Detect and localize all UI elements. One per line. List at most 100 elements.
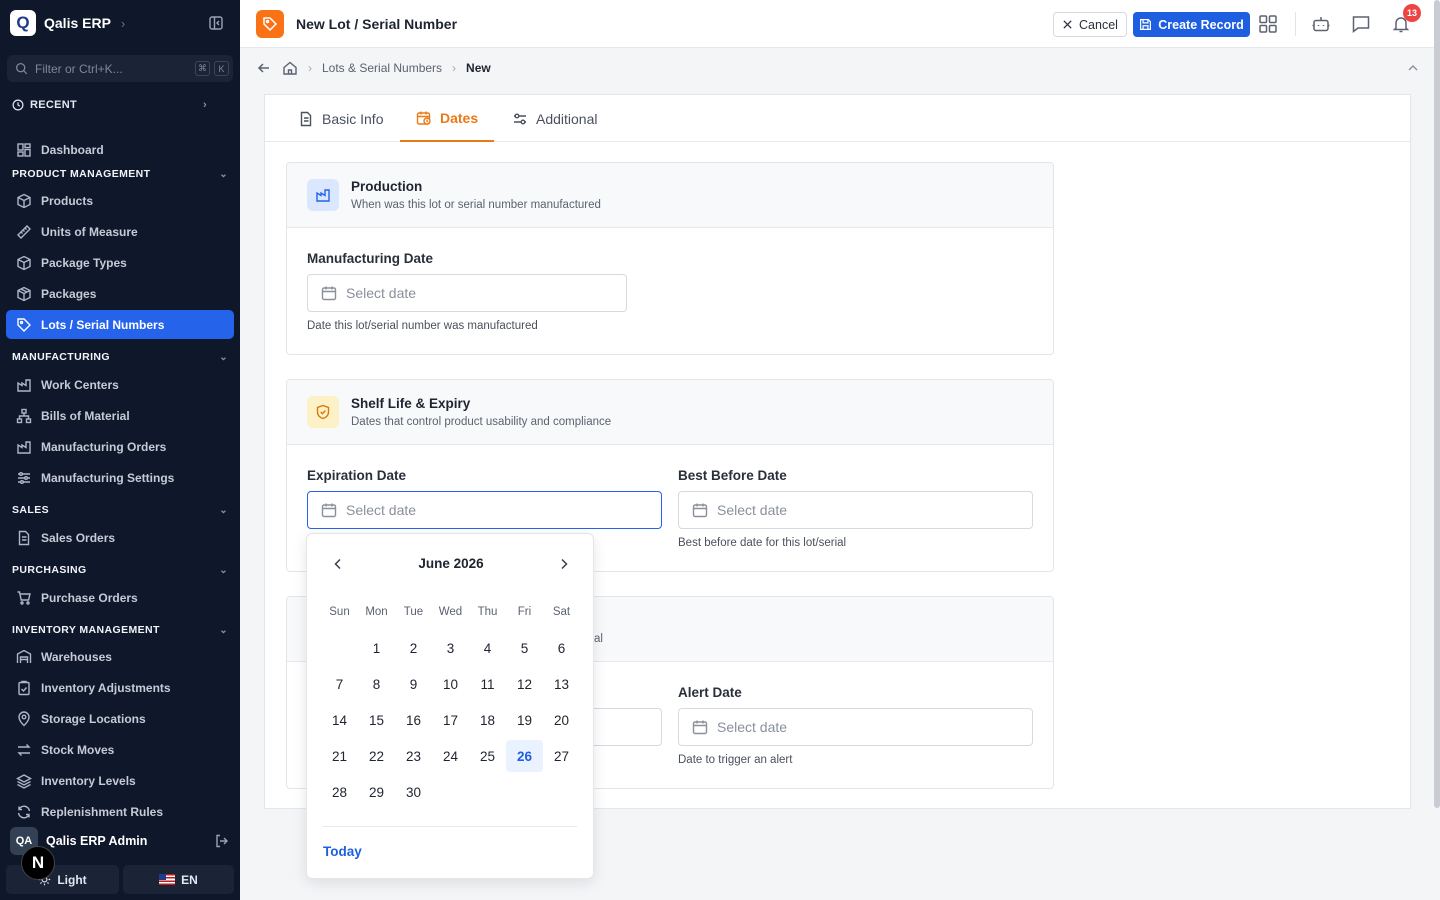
calendar-day[interactable]: 11 [469,668,506,700]
home-icon[interactable] [282,60,298,76]
calendar-day[interactable]: 1 [358,632,395,664]
chevron-up-icon[interactable] [1406,61,1420,75]
calendar-day[interactable]: 3 [432,632,469,664]
calendar-week-row: 123456 [321,630,581,666]
language-button[interactable]: EN [123,865,234,894]
sidebar-item-purchase-orders[interactable]: Purchase Orders [6,583,234,612]
calendar-day[interactable]: 13 [543,668,580,700]
calendar-day[interactable]: 25 [469,740,506,772]
calendar-day[interactable]: 7 [321,668,358,700]
section-manufacturing[interactable]: MANUFACTURING ⌄ [12,351,228,363]
sidebar-item-manufacturing-orders[interactable]: Manufacturing Orders [6,432,234,461]
weekday-label: Fri [517,606,532,618]
calendar-day[interactable]: 5 [506,632,543,664]
calendar-day[interactable]: 28 [321,776,358,808]
sidebar-item-inventory-adjustments[interactable]: Inventory Adjustments [6,673,234,702]
cube-icon [17,193,31,208]
brand-name: Qalis ERP [44,15,111,31]
dev-tools-badge[interactable]: N [21,846,55,880]
sidebar-item-dashboard[interactable]: Dashboard [6,135,234,164]
sidebar-item-lots-serial-numbers[interactable]: Lots / Serial Numbers [6,310,234,339]
chat-icon[interactable] [1351,14,1371,34]
sidebar-item-manufacturing-settings[interactable]: Manufacturing Settings [6,463,234,492]
logout-icon[interactable] [214,833,230,849]
sidebar-item-units-of-measure[interactable]: Units of Measure [6,217,234,246]
page-scrollbar[interactable] [1434,0,1440,808]
chevron-right-icon[interactable] [555,555,573,573]
sidebar-item-warehouses[interactable]: Warehouses [6,642,234,671]
recent-label: RECENT [30,99,78,111]
brand[interactable]: Q Qalis ERP › [10,10,125,36]
calendar-day[interactable]: 22 [358,740,395,772]
cancel-button[interactable]: Cancel [1053,12,1127,37]
sidebar-item-inventory-levels[interactable]: Inventory Levels [6,766,234,795]
calendar-week-row: 28 29 30 [321,774,581,810]
calendar-day[interactable]: 6 [543,632,580,664]
sidebar-item-storage-locations[interactable]: Storage Locations [6,704,234,733]
sidebar-item-stock-moves[interactable]: Stock Moves [6,735,234,764]
sidebar: Q Qalis ERP › Filter or Ctrl+K... ⌘ K RE… [0,0,240,900]
alert-date-input[interactable]: Select date [678,708,1033,746]
user-name: Qalis ERP Admin [46,834,148,848]
back-arrow-icon[interactable] [256,60,272,76]
expiration-date-input[interactable]: Select date [307,491,662,529]
sidebar-item-bills-of-material[interactable]: Bills of Material [6,401,234,430]
tab-basic-info[interactable]: Basic Info [298,95,383,142]
calendar-day[interactable]: 15 [358,704,395,736]
calendar-icon [692,720,708,735]
sidebar-item-packages[interactable]: Packages [6,279,234,308]
calendar-day[interactable]: 18 [469,704,506,736]
sidebar-item-label: Dashboard [41,142,104,157]
calendar-day[interactable]: 29 [358,776,395,808]
page-title: New Lot / Serial Number [296,16,458,32]
breadcrumb-link[interactable]: Lots & Serial Numbers [322,61,442,75]
bot-icon[interactable] [1311,14,1331,34]
calendar-day[interactable]: 12 [506,668,543,700]
save-icon [1140,19,1152,30]
sidebar-item-sales-orders[interactable]: Sales Orders [6,523,234,552]
calendar-day[interactable]: 19 [506,704,543,736]
section-purchasing[interactable]: PURCHASING ⌄ [12,564,228,576]
sidebar-item-package-types[interactable]: Package Types [6,248,234,277]
create-record-button[interactable]: Create Record [1133,12,1250,37]
calendar-day-today[interactable]: 26 [506,740,543,772]
section-inventory-management[interactable]: INVENTORY MANAGEMENT ⌄ [12,624,228,636]
calendar-day[interactable]: 10 [432,668,469,700]
calendar-day[interactable]: 14 [321,704,358,736]
calendar-icon [321,503,337,518]
today-button[interactable]: Today [323,844,362,859]
calendar-day[interactable]: 8 [358,668,395,700]
calendar-day[interactable]: 20 [543,704,580,736]
tab-label: Dates [440,109,479,126]
sidebar-item-work-centers[interactable]: Work Centers [6,370,234,399]
calendar-day[interactable]: 27 [543,740,580,772]
tab-label: Additional [536,110,598,127]
section-title: PRODUCT MANAGEMENT [12,168,151,180]
calendar-day[interactable]: 23 [395,740,432,772]
manufacturing-date-hint: Date this lot/serial number was manufact… [307,320,538,332]
calendar-day[interactable]: 17 [432,704,469,736]
sidebar-item-label: Package Types [41,255,127,270]
filter-input[interactable]: Filter or Ctrl+K... ⌘ K [7,55,233,82]
calendar-day[interactable]: 9 [395,668,432,700]
calendar-week-row: 21 22 23 24 25 26 27 [321,738,581,774]
section-sales[interactable]: SALES ⌄ [12,504,228,516]
tab-additional[interactable]: Additional [512,95,598,142]
tab-dates[interactable]: Dates [400,95,495,142]
manufacturing-date-input[interactable]: Select date [307,274,627,312]
sidebar-item-label: Purchase Orders [41,590,138,605]
breadcrumb: › Lots & Serial Numbers › New [256,58,491,78]
sidebar-item-replenishment-rules[interactable]: Replenishment Rules [6,797,234,826]
sidebar-collapse-icon[interactable] [208,15,226,33]
calendar-day[interactable]: 30 [395,776,432,808]
apps-grid-icon[interactable] [1258,14,1278,34]
calendar-day[interactable]: 4 [469,632,506,664]
recent-toggle[interactable]: RECENT › [12,99,207,111]
section-product-management[interactable]: PRODUCT MANAGEMENT ⌄ [12,168,228,180]
sidebar-item-products[interactable]: Products [6,186,234,215]
calendar-day[interactable]: 21 [321,740,358,772]
calendar-day[interactable]: 2 [395,632,432,664]
calendar-day[interactable]: 16 [395,704,432,736]
best-before-date-input[interactable]: Select date [678,491,1033,529]
calendar-day[interactable]: 24 [432,740,469,772]
